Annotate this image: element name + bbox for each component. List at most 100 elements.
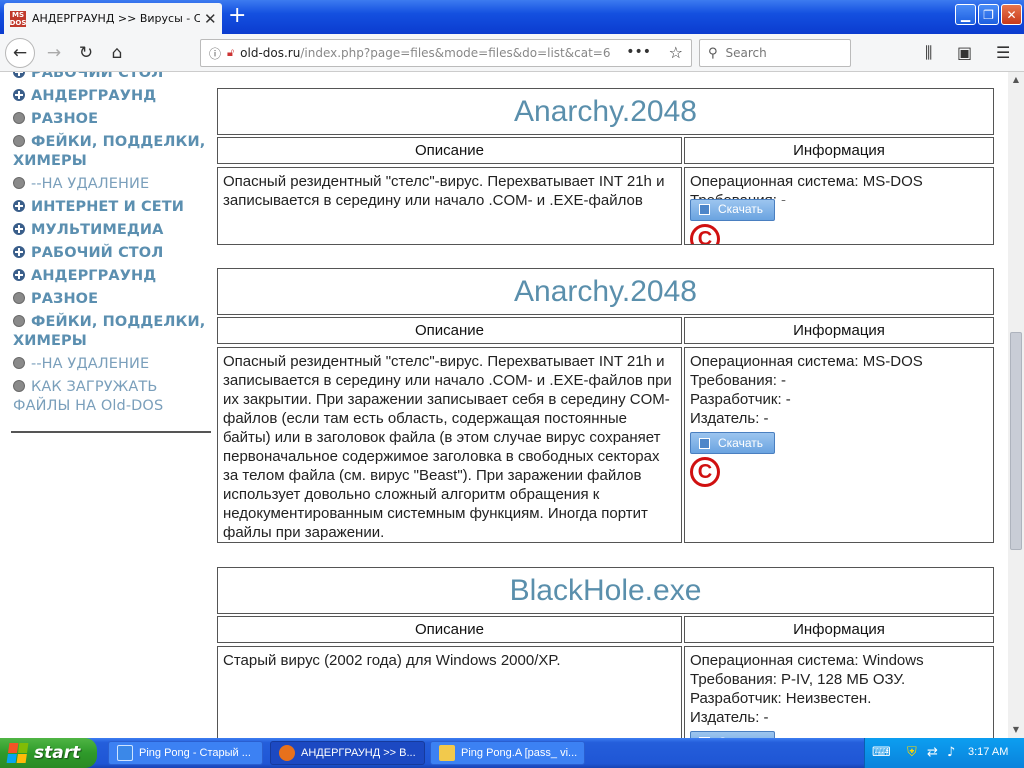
bullet-dot-icon [13,292,25,304]
download-button[interactable]: Скачать [690,198,775,221]
description-cell: Опасный резидентный "стелс"-вирус. Перех… [217,167,682,245]
browser-tab-active[interactable]: MS DOS АНДЕРГРАУНД >> Вирусы - Ста ✕ [4,3,222,34]
sidebar-item[interactable]: АНДЕРГРАУНД [13,87,213,106]
file-title[interactable]: BlackHole.exe [217,567,994,614]
sidebar-item[interactable]: ФЕЙКИ, ПОДДЕЛКИ, ХИМЕРЫ [13,313,213,351]
home-button[interactable]: ⌂ [103,39,131,67]
description-text: Опасный резидентный "стелс"-вирус. Перех… [223,173,665,208]
file-entry: BlackHole.exe Описание Информация Старый… [217,567,994,738]
information-header: Информация [684,616,994,643]
close-tab-icon[interactable]: ✕ [204,10,217,28]
file-entry: Anarchy.2048 Описание Информация Опасный… [217,88,994,245]
restore-icon: ❐ [983,7,994,22]
folder-icon [439,745,455,761]
sidebar-item[interactable]: ФЕЙКИ, ПОДДЕЛКИ, ХИМЕРЫ [13,133,213,171]
expand-plus-icon [13,246,25,258]
keyboard-icon[interactable]: ⌨ [872,745,891,760]
download-button[interactable]: Скачать [690,432,775,454]
sidebar-item[interactable]: РАБОЧИЙ СТОЛ [13,72,213,83]
description-text: Старый вирус (2002 года) для Windows 200… [223,652,561,669]
address-bar[interactable]: ⓘ 🔓︎ old-dos.ru/index.php?page=files&mod… [200,39,692,67]
firefox-icon [279,745,295,761]
download-icon [699,204,710,215]
clock[interactable]: 3:17 AM [968,746,1008,758]
sidebar-item-label: ФЕЙКИ, ПОДДЕЛКИ, ХИМЕРЫ [13,134,206,169]
sidebar-item-label: РАБОЧИЙ СТОЛ [31,72,164,81]
info-line: Разработчик: Неизвестен. [690,690,872,707]
taskbar-item-ping-pong-a[interactable]: Ping Pong.A [pass_ vi... [430,741,585,765]
hamburger-menu-icon[interactable]: ☰ [996,43,1010,62]
sidebar-item-label: АНДЕРГРАУНД [31,88,157,104]
description-text: Опасный резидентный "стелс"-вирус. Перех… [223,353,672,541]
reload-button[interactable]: ↻ [72,39,100,67]
windows-logo-icon [6,743,30,763]
info-line: Требования: - [690,372,787,389]
restore-window-button[interactable]: ❐ [978,4,999,25]
sidebar-item[interactable]: ИНТЕРНЕТ И СЕТИ [13,198,213,217]
search-icon: ⚲ [708,45,718,61]
url-path: /index.php?page=files&mode=files&do=list… [300,46,611,60]
sidebar-item-label: РАЗНОЕ [31,111,99,127]
sidebar-item[interactable]: РАЗНОЕ [13,290,213,309]
sidebar-item-label: РАБОЧИЙ СТОЛ [31,245,164,261]
info-line: Операционная система: MS-DOS [690,173,923,190]
new-tab-button[interactable]: + [228,4,246,28]
close-window-button[interactable]: ✕ [1001,4,1022,25]
sidebar-item[interactable]: --НА УДАЛЕНИЕ [13,175,213,194]
download-label: Скачать [718,435,763,450]
sidebar-item-label: --НА УДАЛЕНИЕ [31,356,150,372]
network-icon[interactable]: ⇄ [927,745,938,760]
taskbar-item-label: Ping Pong.A [pass_ vi... [461,747,578,759]
sidebar-item[interactable]: РАЗНОЕ [13,110,213,129]
scroll-up-arrow-icon[interactable]: ▲ [1008,72,1024,88]
browser-window-icon [117,745,133,761]
url-host: old-dos.ru [240,46,301,60]
search-placeholder: Search [725,46,767,60]
minimize-window-button[interactable]: ▁ [955,4,976,25]
page-actions-icon[interactable]: ••• [626,44,651,60]
scroll-down-arrow-icon[interactable]: ▼ [1008,722,1024,738]
library-icon[interactable]: ⫼ [925,43,932,63]
sidebar-item-label: ИНТЕРНЕТ И СЕТИ [31,199,184,215]
download-label: Скачать [718,202,763,216]
sidebar-item-label: КАК ЗАГРУЖАТЬ ФАЙЛЫ НА Old-DOS [13,379,164,414]
url-text[interactable]: old-dos.ru/index.php?page=files&mode=fil… [240,46,620,60]
forward-button[interactable]: → [40,39,68,67]
sidebar-item[interactable]: --НА УДАЛЕНИЕ [13,355,213,374]
taskbar-item-label: АНДЕРГРАУНД >> В... [301,747,416,759]
bullet-dot-icon [13,380,25,392]
information-cell: Операционная система: MS-DOS Требования: … [684,347,994,543]
info-line: Требования: P-IV, 128 МБ ОЗУ. [690,671,906,688]
taskbar-item-label: Ping Pong - Старый ... [139,747,251,759]
taskbar-item-andergraund[interactable]: АНДЕРГРАУНД >> В... [270,741,425,765]
sidebar-item-label: --НА УДАЛЕНИЕ [31,176,150,192]
info-line: Издатель: - [690,709,769,726]
search-box[interactable]: ⚲ Search [699,39,851,67]
browser-tab-strip: MS DOS АНДЕРГРАУНД >> Вирусы - Ста ✕ + ▁… [0,0,1024,34]
volume-icon[interactable]: ♪ [947,745,955,760]
download-button[interactable]: Скачать [690,731,775,738]
file-title[interactable]: Anarchy.2048 [217,268,994,315]
sidebar-item[interactable]: АНДЕРГРАУНД [13,267,213,286]
taskbar-item-ping-pong-old[interactable]: Ping Pong - Старый ... [108,741,263,765]
back-button[interactable]: ← [5,38,35,68]
sidebar-toggle-icon[interactable]: ▣ [957,43,972,62]
scrollbar-thumb[interactable] [1010,332,1022,550]
copyright-icon: C [690,223,720,244]
description-header: Описание [217,317,682,344]
bullet-dot-icon [13,315,25,327]
info-icon[interactable]: ⓘ [209,45,221,62]
sidebar-item-label: ФЕЙКИ, ПОДДЕЛКИ, ХИМЕРЫ [13,314,206,349]
bookmark-star-icon[interactable]: ☆ [669,43,683,62]
sidebar-item[interactable]: РАБОЧИЙ СТОЛ [13,244,213,263]
home-icon: ⌂ [111,43,123,63]
insecure-lock-icon[interactable]: 🔓︎ [227,46,234,60]
sidebar-item[interactable]: КАК ЗАГРУЖАТЬ ФАЙЛЫ НА Old-DOS [13,378,213,416]
security-shield-icon[interactable]: ⛨ [907,745,917,760]
sidebar-item[interactable]: МУЛЬТИМЕДИА [13,221,213,240]
file-title[interactable]: Anarchy.2048 [217,88,994,135]
menu-divider [11,431,211,433]
start-button[interactable]: start [0,738,97,768]
information-header: Информация [684,137,994,164]
description-cell: Старый вирус (2002 года) для Windows 200… [217,646,682,738]
